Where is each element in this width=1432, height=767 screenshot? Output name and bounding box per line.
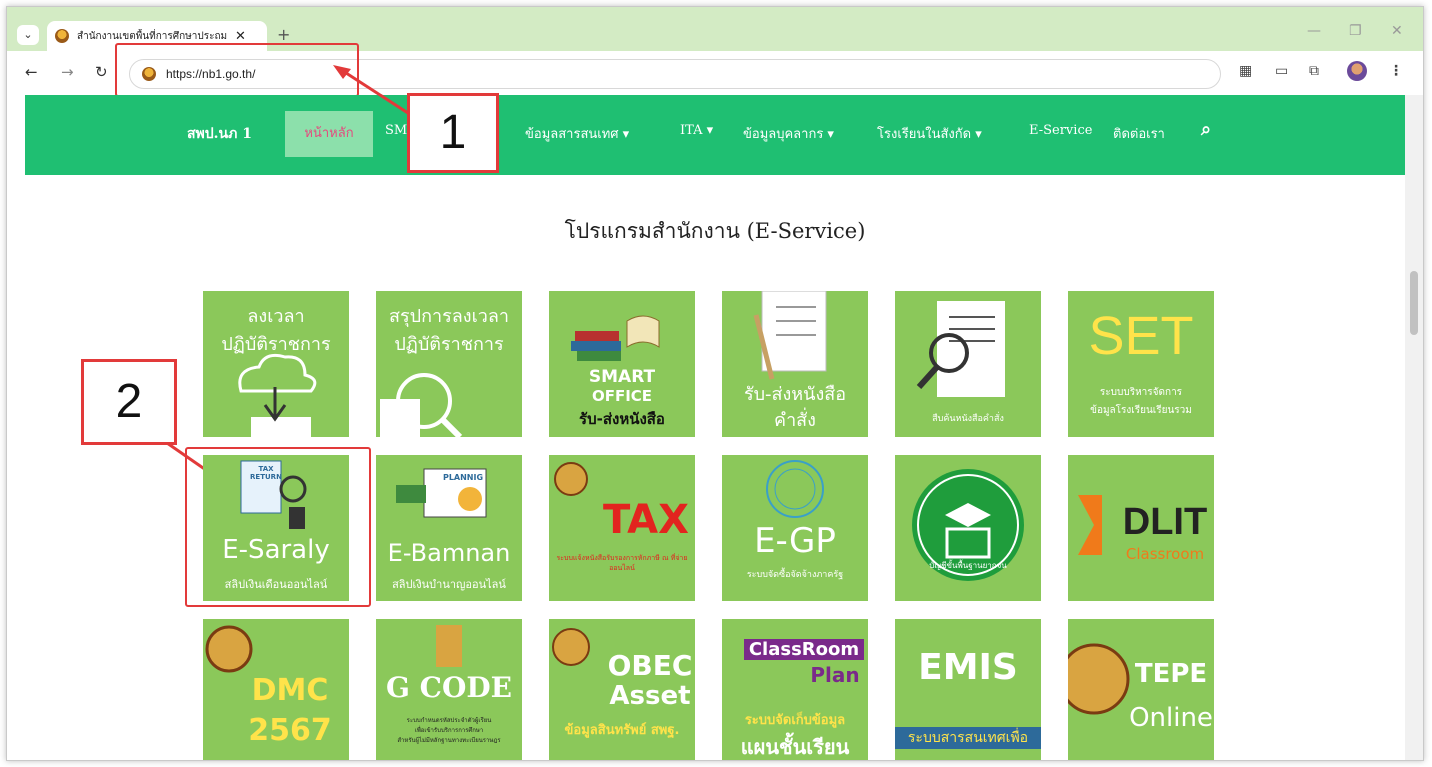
tile-label: G CODE [386, 671, 512, 704]
tile-label: ClassRoom [744, 639, 864, 660]
tile-label: DLIT [1122, 501, 1208, 543]
tile-label: ระบบจัดเก็บข้อมูล [744, 713, 846, 728]
tile-tepe-online[interactable]: TEPE Online [1068, 619, 1214, 760]
tile-e-gp[interactable]: E-GP ระบบจัดซื้อจัดจ้างภาครัฐ [722, 455, 868, 601]
tile-label: Classroom [1125, 545, 1205, 563]
tile-obec-asset[interactable]: OBEC Asset ข้อมูลสินทรัพย์ สพฐ. [549, 619, 695, 760]
tile-search-documents[interactable]: สืบค้นหนังสือคำสั่ง [895, 291, 1041, 437]
tile-label: PLANNIG [442, 473, 484, 482]
tile-label: แผนชั้นเรียน [740, 735, 850, 759]
annotation-marker-1: 1 [407, 93, 499, 173]
tile-clock-in[interactable]: ลงเวลา ปฏิบัติราชการ [203, 291, 349, 437]
tile-label: ระบบกำหนดรหัสประจำตัวผู้เรียน [406, 717, 492, 724]
tile-set[interactable]: SET ระบบบริหารจัดการ ข้อมูลโรงเรียนเรียน… [1068, 291, 1214, 437]
tile-label: สำหรับผู้ไม่มีหลักฐานทางทะเบียนราษฎร [397, 737, 501, 744]
tile-label: คำสั่ง [774, 410, 816, 431]
graduation-book-icon [912, 469, 1024, 581]
annotation-marker-2: 2 [81, 359, 177, 445]
tile-label: Online [1129, 703, 1213, 733]
annotation-box-esaraly [185, 447, 371, 607]
tile-label: TEPE [1134, 659, 1208, 689]
tile-g-code[interactable]: G CODE ระบบกำหนดรหัสประจำตัวผู้เรียน เพื… [376, 619, 522, 760]
tile-tax[interactable]: TAX ระบบแจ้งหนังสือรับรองการหักภาษี ณ ที… [549, 455, 695, 601]
tile-label: สืบค้นหนังสือคำสั่ง [932, 414, 1004, 424]
tile-e-bamnan[interactable]: PLANNIG E-Bamnan สลิปเงินบำนาญออนไลน์ [376, 455, 522, 601]
tile-label: สลิปเงินบำนาญออนไลน์ [392, 578, 506, 591]
tile-label: SET [1088, 306, 1194, 366]
scrollbar-track[interactable] [1405, 95, 1423, 760]
tile-label: EMIS [918, 647, 1018, 688]
tile-label: 2567 [248, 713, 332, 748]
tile-label: ข้อมูลสินทรัพย์ สพฐ. [564, 723, 680, 738]
tile-dlit[interactable]: DLIT Classroom [1068, 455, 1214, 601]
tile-label: บัญชีขั้นพื้นฐานยากจน [929, 561, 1007, 570]
tile-classroom-plan[interactable]: ClassRoom Plan ระบบจัดเก็บข้อมูล แผนชั้น… [722, 619, 868, 760]
scrollbar-thumb[interactable] [1410, 271, 1418, 335]
section-title: โปรแกรมสำนักงาน (E-Service) [564, 219, 866, 243]
tile-poor-students[interactable]: บัญชีขั้นพื้นฐานยากจน [895, 455, 1041, 601]
tile-label: SMART [588, 367, 656, 387]
cloud-download-icon [238, 353, 317, 437]
tile-label: ระบบบริหารจัดการ [1099, 387, 1183, 398]
tile-label: DMC [251, 673, 329, 708]
tile-smart-office[interactable]: SMART OFFICE รับ-ส่งหนังสือ [549, 291, 695, 437]
tile-label: ระบบจัดซื้อจัดจ้างภาครัฐ [746, 570, 844, 580]
tile-label: OFFICE [591, 387, 653, 405]
tile-label: Asset [609, 681, 691, 711]
tile-label: เพื่อเข้ารับบริการการศึกษา [414, 727, 484, 734]
tile-documents[interactable]: รับ-ส่งหนังสือ คำสั่ง [722, 291, 868, 437]
tile-label: E-GP [754, 521, 836, 561]
tile-label: E-Bamnan [387, 539, 511, 567]
tile-label: Plan [810, 663, 860, 687]
tile-emis[interactable]: EMIS ระบบสารสนเทศเพื่อ [895, 619, 1041, 760]
tile-label: TAX [603, 497, 689, 543]
tile-dmc[interactable]: DMC 2567 [203, 619, 349, 760]
tile-label: ออนไลน์ [609, 564, 635, 572]
emblem-icon [1068, 643, 1130, 715]
tile-label: ข้อมูลโรงเรียนเรียนรวม [1090, 405, 1192, 416]
tile-label: รับ-ส่งหนังสือ [579, 410, 665, 428]
tile-label: รับ-ส่งหนังสือ [743, 384, 847, 405]
browser-window: ⌄ สำนักงานเขตพื้นที่การศึกษาประถมศึ ✕ + … [6, 6, 1424, 761]
tile-label: OBEC [607, 649, 693, 682]
magnifier-document-icon [380, 373, 463, 437]
tile-label: ระบบสารสนเทศเพื่อ [895, 727, 1041, 749]
tile-attendance-summary[interactable]: สรุปการลงเวลา ปฏิบัติราชการ [376, 291, 522, 437]
